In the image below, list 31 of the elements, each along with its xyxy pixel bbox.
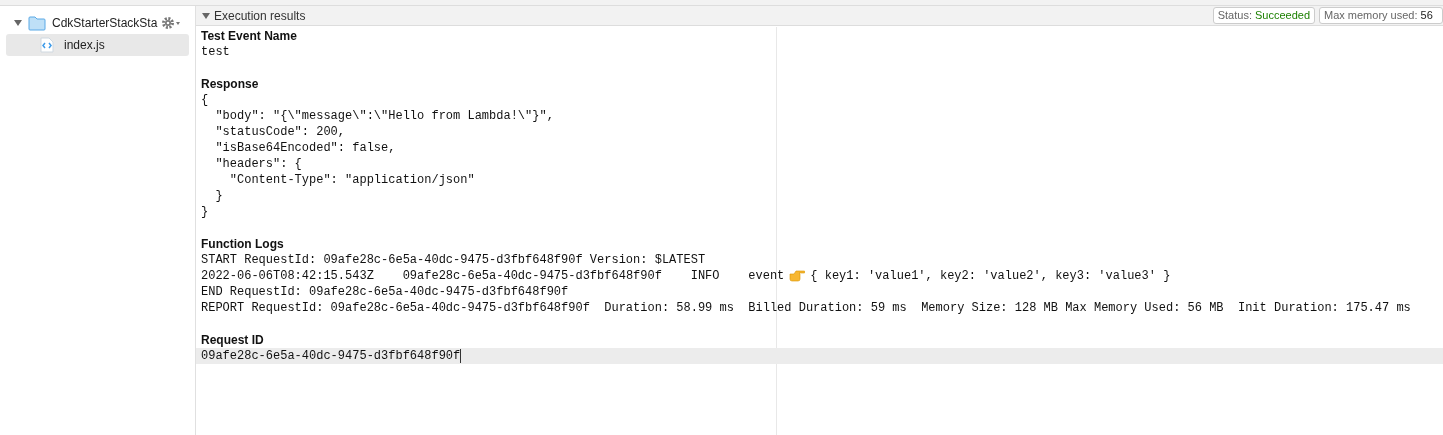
section-heading: Function Logs xyxy=(200,236,285,252)
code-line: "isBase64Encoded": false, xyxy=(214,140,396,156)
caret-icon[interactable] xyxy=(202,11,210,20)
caret-icon[interactable] xyxy=(14,19,22,27)
code-line: { xyxy=(201,92,209,108)
file-item[interactable]: index.js xyxy=(6,34,189,56)
code-line: 2022-06-06T08:42:15.543Z 09afe28c-6e5a-40dc-9475-d3fbf648f90f INFO event xyxy=(201,268,785,284)
code-file-icon xyxy=(40,37,54,53)
text-cursor xyxy=(460,349,462,363)
section-heading: Response xyxy=(200,76,260,92)
status-badge: Status: Succeeded xyxy=(1212,7,1315,24)
section-heading: Request ID xyxy=(200,332,265,348)
code-line: END RequestId: 09afe28c-6e5a-40dc-9475-d3fbf648f90f xyxy=(201,284,569,300)
panel-title[interactable]: Execution results xyxy=(214,6,1209,25)
code-line: } xyxy=(214,188,223,204)
pointing-hand-icon xyxy=(789,270,806,282)
code-line: } xyxy=(201,204,209,220)
code-line: REPORT RequestId: 09afe28c-6e5a-40dc-9475-d3fbf648f90f Duration: 58.99 ms Billed Duration: 59 ms Memory Size: 128 MB Max Memory Used: 56 MB Init Duration: 175.47 ms xyxy=(201,300,1411,316)
settings-icon[interactable] xyxy=(161,16,182,30)
code-line: "headers": { xyxy=(214,156,302,172)
code-line: START RequestId: 09afe28c-6e5a-40dc-9475-d3fbf648f90f Version: $LATEST xyxy=(201,252,706,268)
memory-badge: Max memory used: 56 xyxy=(1319,7,1443,24)
folder-name[interactable]: CdkStarterStackSta xyxy=(52,14,158,32)
code-line: "statusCode": 200, xyxy=(214,124,346,140)
section-heading: Test Event Name xyxy=(200,28,298,44)
folder-icon xyxy=(28,15,46,31)
code-line: { key1: 'value1', key2: 'value2', key3: 'value3' } xyxy=(810,268,1171,284)
code-line: test xyxy=(201,44,230,60)
code-line: 09afe28c-6e5a-40dc-9475-d3fbf648f90f xyxy=(201,348,461,364)
code-line: "body": "{\"message\":\"Hello from Lambda!\"}", xyxy=(214,108,554,124)
code-line: "Content-Type": "application/json" xyxy=(228,172,475,188)
